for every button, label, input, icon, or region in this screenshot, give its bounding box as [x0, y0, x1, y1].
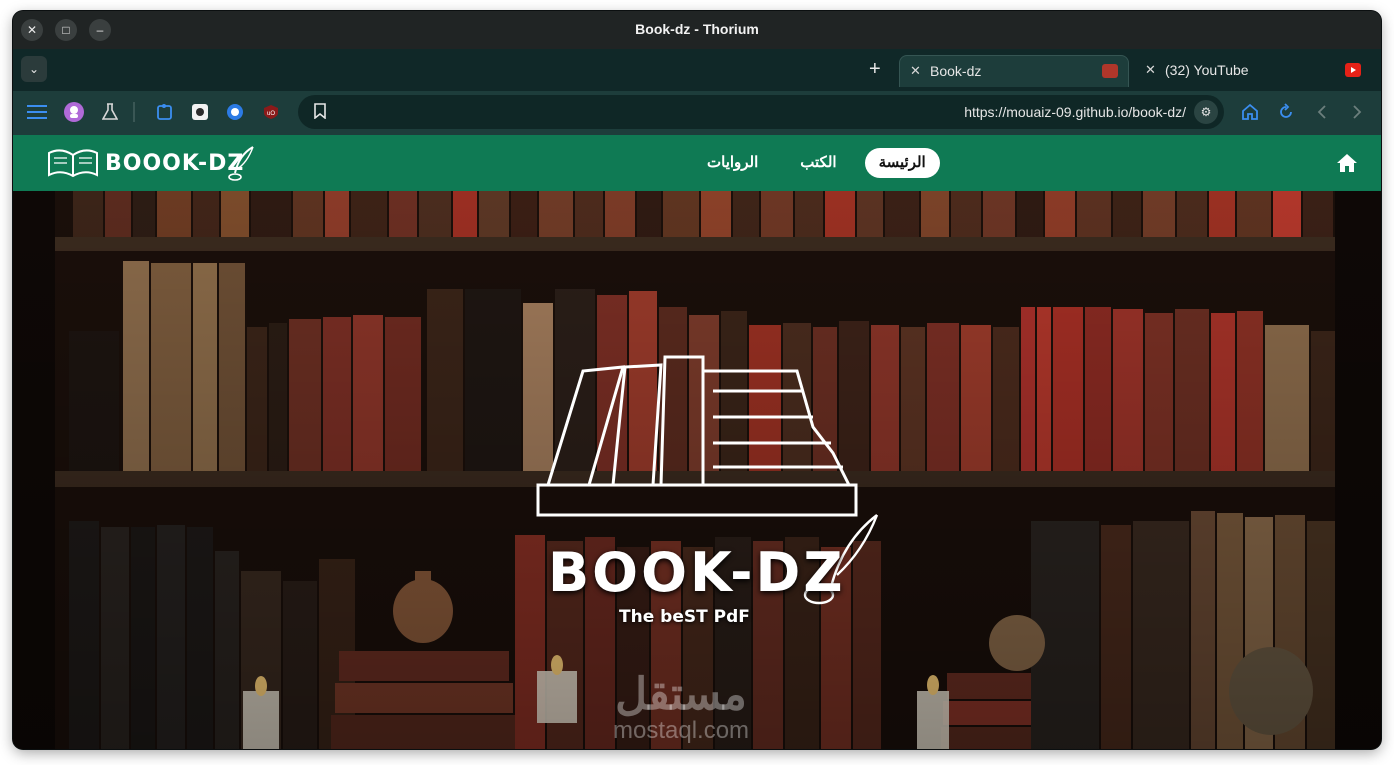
open-book-icon	[48, 149, 98, 178]
book-favicon-icon	[1102, 64, 1118, 78]
flask-icon[interactable]	[100, 102, 120, 122]
window-title: Book-dz - Thorium	[635, 21, 759, 37]
url-text[interactable]: https://mouaiz-09.github.io/book-dz/	[964, 104, 1186, 120]
browser-window: ✕ □ – Book-dz - Thorium ⌄ + ✕ Book-dz ✕ …	[13, 11, 1381, 749]
close-tab-icon[interactable]: ✕	[1145, 62, 1156, 78]
site-logo[interactable]: BOOOK-DZ	[45, 143, 255, 183]
toolbar-divider	[133, 102, 135, 122]
nav-books-link[interactable]: الكتب	[786, 148, 850, 178]
tab-label: (32) YouTube	[1165, 62, 1249, 78]
tab-list-button[interactable]: ⌄	[21, 56, 47, 82]
tab-strip: ⌄ + ✕ Book-dz ✕ (32) YouTube	[13, 49, 1381, 91]
extension-white-icon[interactable]	[190, 102, 210, 122]
web-page: BOOOK-DZ الرئيسة الكتب الروايات BOOK-DZ …	[13, 135, 1381, 749]
watermark-domain-text: mostaql.com	[613, 717, 750, 744]
nav-home-link[interactable]: الرئيسة	[864, 148, 940, 178]
close-tab-icon[interactable]: ✕	[910, 63, 921, 79]
new-tab-button[interactable]: +	[869, 58, 881, 80]
bookmark-icon[interactable]	[314, 103, 326, 122]
back-arrow-icon[interactable]	[1312, 102, 1332, 122]
hamburger-menu-icon[interactable]	[27, 102, 47, 122]
nav-novels-link[interactable]: الروايات	[693, 148, 772, 178]
hero-section: BOOK-DZ The beST PdF مستقل mostaql.com	[13, 191, 1381, 749]
watermark-arabic-text: مستقل	[615, 670, 747, 719]
logo-text: BOOOK-DZ	[105, 151, 245, 176]
site-home-icon[interactable]	[1335, 151, 1359, 175]
youtube-favicon-icon	[1345, 63, 1361, 77]
home-icon[interactable]	[1240, 102, 1260, 122]
profile-avatar-icon[interactable]	[64, 102, 84, 122]
bookshelf-background-image	[13, 191, 1381, 749]
hero-subtitle: The beST PdF	[619, 607, 750, 627]
tab-book-dz[interactable]: ✕ Book-dz	[899, 55, 1129, 87]
address-bar[interactable]: https://mouaiz-09.github.io/book-dz/ ⚙	[298, 95, 1224, 129]
forward-arrow-icon[interactable]	[1347, 102, 1367, 122]
browser-toolbar: uO https://mouaiz-09.github.io/book-dz/ …	[13, 91, 1381, 135]
svg-text:uO: uO	[267, 111, 275, 117]
tab-youtube[interactable]: ✕ (32) YouTube	[1135, 55, 1371, 87]
site-nav-links: الرئيسة الكتب الروايات	[693, 148, 940, 178]
ublock-icon[interactable]: uO	[261, 102, 281, 122]
site-settings-icon[interactable]: ⚙	[1194, 100, 1218, 124]
quill-icon	[228, 146, 254, 181]
title-bar: ✕ □ – Book-dz - Thorium	[13, 11, 1381, 49]
extension-blue-icon[interactable]	[225, 102, 245, 122]
mostaql-watermark: مستقل mostaql.com	[613, 671, 749, 743]
tab-label: Book-dz	[930, 63, 982, 79]
reload-icon[interactable]	[1276, 102, 1296, 122]
site-navbar: BOOOK-DZ الرئيسة الكتب الروايات	[13, 135, 1381, 191]
hero-title: BOOK-DZ	[548, 541, 846, 604]
extensions-puzzle-icon[interactable]	[155, 102, 175, 122]
